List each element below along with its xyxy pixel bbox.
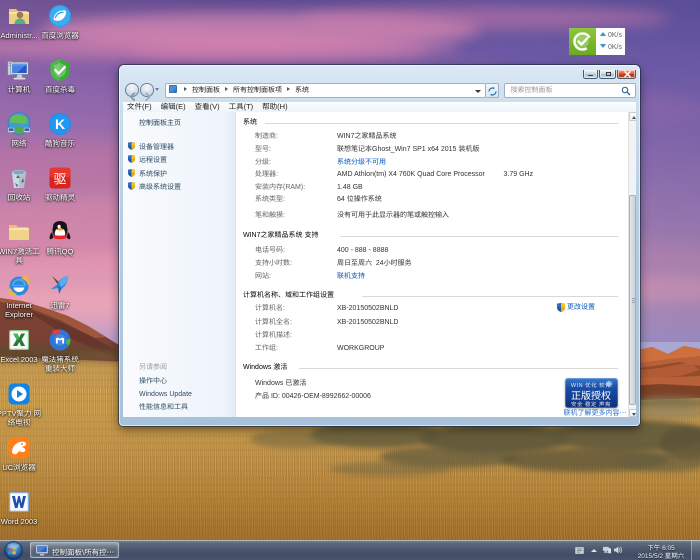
svg-text:K: K xyxy=(55,116,65,132)
svg-text:驱: 驱 xyxy=(53,169,66,188)
